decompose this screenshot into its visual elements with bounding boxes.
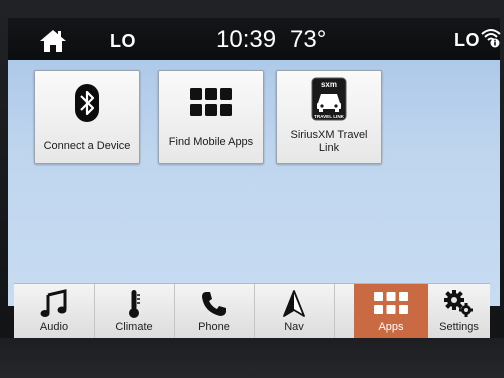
nav-label: Nav xyxy=(284,321,304,333)
clock: 10:39 xyxy=(216,26,277,53)
nav-label: Apps xyxy=(378,321,404,333)
music-note-icon xyxy=(40,289,67,317)
tile-label: Connect a Device xyxy=(43,140,131,152)
apps-screen: Connect a Device Find Mobile Apps sxm TR… xyxy=(8,60,500,306)
find-mobile-apps-tile[interactable]: Find Mobile Apps xyxy=(158,70,264,164)
fan-speed-right[interactable]: LO xyxy=(454,30,480,51)
sxm-badge-text: sxm xyxy=(321,80,337,89)
apps-grid-icon xyxy=(374,292,408,314)
nav-label: Climate xyxy=(115,321,153,333)
nav-phone[interactable]: Phone xyxy=(174,284,255,339)
nav-audio[interactable]: Audio xyxy=(14,284,95,339)
nav-label: Settings xyxy=(439,321,479,333)
status-bar: LO 10:39 73° LO xyxy=(8,18,501,60)
phone-icon xyxy=(202,292,226,316)
navigation-arrow-icon xyxy=(283,290,305,317)
wifi-info-icon xyxy=(481,29,501,48)
nav-climate[interactable]: Climate xyxy=(94,284,175,339)
nav-label: Audio xyxy=(39,321,69,333)
nav-navigation[interactable]: Nav xyxy=(254,284,335,339)
tile-label: Find Mobile Apps xyxy=(168,136,254,148)
connect-device-tile[interactable]: Connect a Device xyxy=(34,70,140,164)
outside-temperature: 73° xyxy=(290,26,327,53)
thermometer-icon xyxy=(129,290,140,318)
travel-link-badge-text: TRAVEL LINK xyxy=(314,114,345,119)
siriusxm-travel-link-icon: sxm TRAVEL LINK xyxy=(311,77,347,121)
bluetooth-icon xyxy=(75,84,99,122)
gear-icon xyxy=(444,290,473,317)
home-icon xyxy=(40,30,66,52)
lower-bezel xyxy=(0,338,504,378)
tile-label: SiriusXM Travel Link xyxy=(290,129,368,154)
nav-apps[interactable]: Apps xyxy=(354,284,428,339)
nav-settings[interactable]: Settings xyxy=(428,284,490,339)
home-button[interactable] xyxy=(38,28,68,54)
grid-icon xyxy=(190,88,232,116)
nav-label: Phone xyxy=(198,321,230,333)
bottom-nav-bar: Audio Climate Phone Nav Apps Settings xyxy=(14,283,490,339)
siriusxm-travel-link-tile[interactable]: sxm TRAVEL LINK SiriusXM Travel Link xyxy=(276,70,382,164)
fan-speed-left[interactable]: LO xyxy=(110,31,136,52)
